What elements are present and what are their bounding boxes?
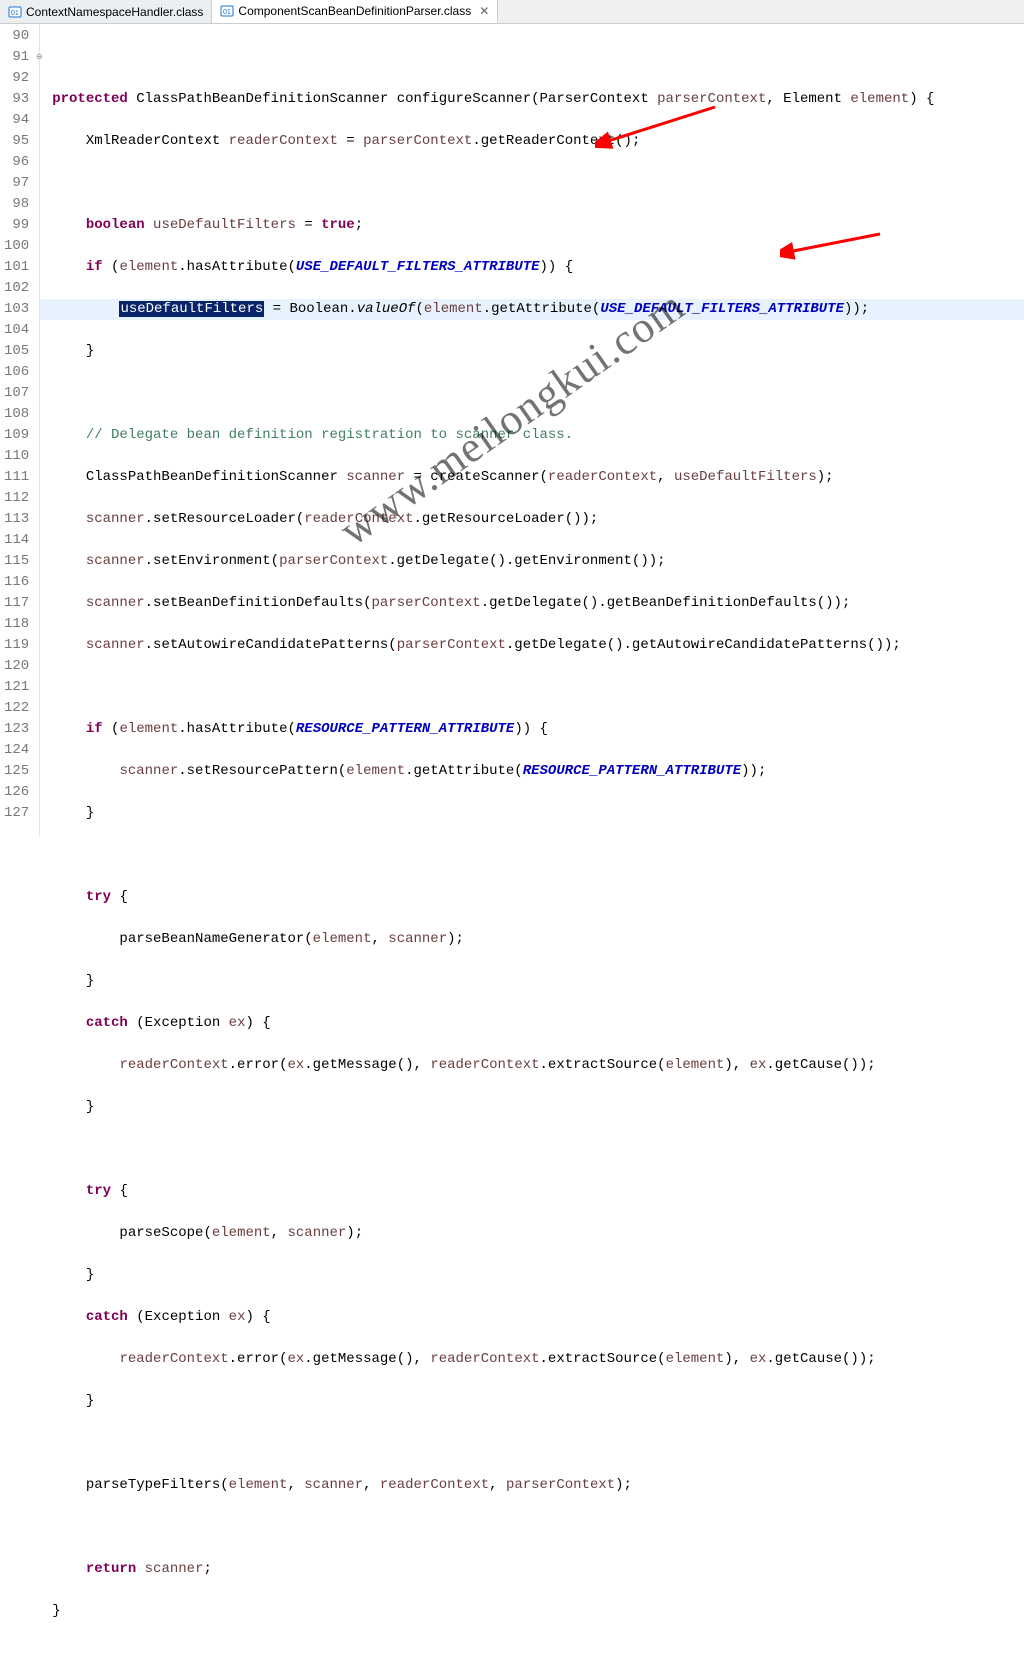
tab-label: ComponentScanBeanDefinitionParser.class	[238, 4, 471, 18]
class-file-icon: 01	[220, 4, 234, 18]
svg-text:01: 01	[223, 9, 231, 16]
svg-text:01: 01	[11, 10, 19, 17]
line-number-gutter: 90 91 92 93 94 95 96 97 98 99 100 101 10…	[0, 24, 40, 836]
highlighted-line: useDefaultFilters = Boolean.valueOf(elem…	[40, 299, 1024, 320]
code-area[interactable]: protected ClassPathBeanDefinitionScanner…	[40, 24, 1024, 836]
tab-component-scan-parser[interactable]: 01 ComponentScanBeanDefinitionParser.cla…	[212, 0, 498, 23]
code-editor[interactable]: 90 91 92 93 94 95 96 97 98 99 100 101 10…	[0, 24, 1024, 836]
tab-context-namespace-handler[interactable]: 01 ContextNamespaceHandler.class	[0, 0, 212, 23]
class-file-icon: 01	[8, 5, 22, 19]
selected-text: useDefaultFilters	[119, 301, 264, 317]
close-icon[interactable]: ✕	[475, 4, 489, 18]
editor-tab-bar: 01 ContextNamespaceHandler.class 01 Comp…	[0, 0, 1024, 24]
tab-label: ContextNamespaceHandler.class	[26, 5, 203, 19]
